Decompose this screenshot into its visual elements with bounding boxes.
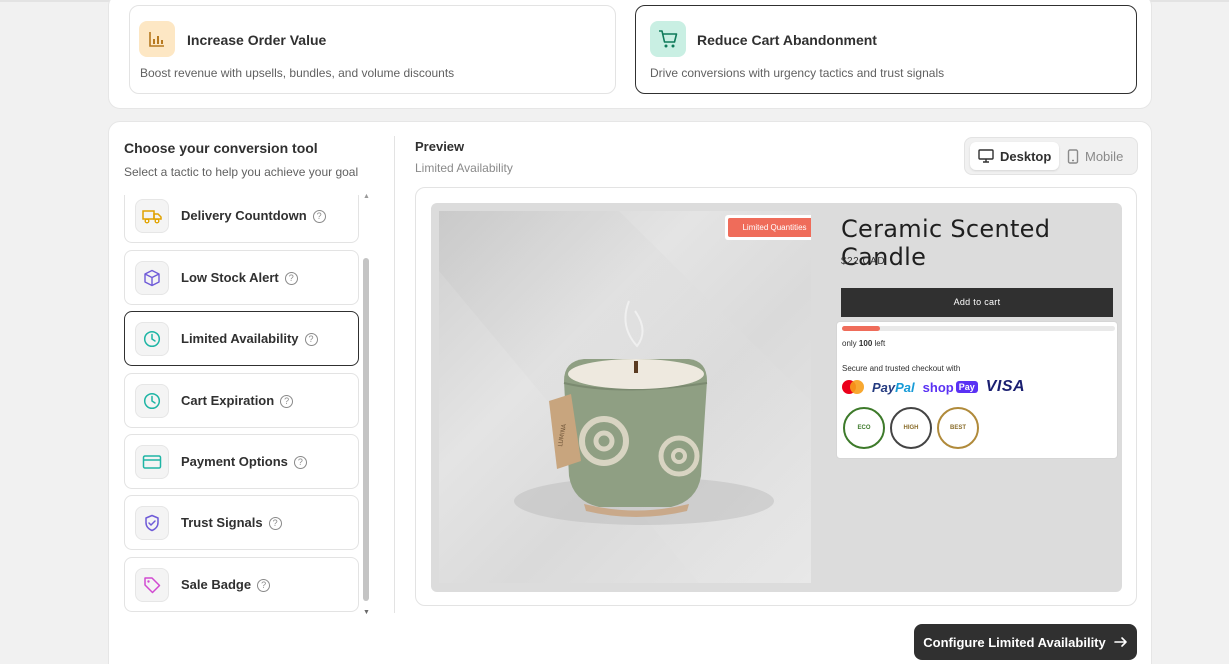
goal-description: Drive conversions with urgency tactics a… (650, 66, 945, 80)
scroll-up-icon[interactable]: ▲ (363, 193, 370, 200)
stock-progress-fill (842, 326, 881, 331)
tool-label: Limited Availability? (181, 331, 318, 346)
trust-seals: ECO HIGH BEST (843, 407, 979, 449)
preview-title: Preview (415, 139, 465, 154)
tool-cart-expiration[interactable]: Cart Expiration? (124, 373, 359, 428)
tool-payment-options[interactable]: Payment Options? (124, 434, 359, 489)
scroll-thumb[interactable] (363, 258, 369, 601)
stock-text: only 100 left (842, 339, 886, 348)
mobile-button[interactable]: Mobile (1059, 142, 1131, 170)
help-icon[interactable]: ? (280, 395, 294, 408)
tool-trust-signals[interactable]: Trust Signals? (124, 495, 359, 550)
phone-icon (1067, 148, 1079, 164)
goals-panel: Increase Order Value Boost revenue with … (108, 0, 1152, 109)
best-choice-seal-icon: BEST (937, 407, 979, 449)
main-panel: Choose your conversion tool Select a tac… (108, 121, 1152, 664)
arrow-right-icon (1113, 637, 1127, 647)
visa-icon: VISA (985, 378, 1026, 395)
goal-card-reduce-cart-abandonment[interactable]: Reduce Cart Abandonment Drive conversion… (635, 5, 1137, 94)
tool-label: Delivery Countdown? (181, 208, 326, 223)
goal-title: Reduce Cart Abandonment (697, 32, 877, 48)
paypal-icon: PayPal (872, 379, 915, 395)
help-icon[interactable]: ? (284, 272, 298, 285)
tool-delivery-countdown[interactable]: Delivery Countdown? (124, 195, 359, 243)
clock-icon (135, 384, 169, 418)
tools-scrollbar[interactable]: ▲ ▼ (362, 193, 370, 616)
tools-title: Choose your conversion tool (124, 140, 318, 156)
tool-sale-badge[interactable]: Sale Badge? (124, 557, 359, 612)
secure-checkout-text: Secure and trusted checkout with (842, 364, 961, 373)
clock-icon (135, 322, 169, 356)
goal-card-increase-order-value[interactable]: Increase Order Value Boost revenue with … (129, 5, 616, 94)
tool-label: Payment Options? (181, 454, 307, 469)
truck-icon (135, 199, 169, 233)
desktop-button[interactable]: Desktop (970, 142, 1060, 170)
scroll-down-icon[interactable]: ▼ (363, 609, 370, 616)
stock-progress-bar (842, 326, 1115, 331)
credit-card-icon (135, 445, 169, 479)
help-icon[interactable]: ? (268, 517, 282, 530)
goal-title: Increase Order Value (187, 32, 327, 48)
cart-icon (650, 21, 686, 57)
tool-label: Cart Expiration? (181, 393, 294, 408)
panel-divider (394, 136, 395, 613)
limited-quantities-badge: Limited Quantities (725, 215, 811, 240)
preview-frame: LUMINA Limited Quantities Ceramic Scente… (415, 187, 1137, 606)
tag-icon (135, 568, 169, 602)
box-icon (135, 261, 169, 295)
configure-button[interactable]: Configure Limited Availability (914, 624, 1137, 660)
availability-widget: only 100 left Secure and trusted checkou… (836, 321, 1118, 459)
tool-label: Low Stock Alert? (181, 270, 298, 285)
help-icon[interactable]: ? (257, 579, 271, 592)
tool-limited-availability[interactable]: Limited Availability? (124, 311, 359, 366)
tool-label: Trust Signals? (181, 515, 282, 530)
preview-subtitle: Limited Availability (415, 161, 513, 175)
help-icon[interactable]: ? (312, 210, 326, 223)
device-toggle: Desktop Mobile (964, 137, 1138, 175)
store-preview: LUMINA Limited Quantities Ceramic Scente… (431, 203, 1122, 592)
desktop-label: Desktop (1000, 148, 1052, 164)
monitor-icon (978, 149, 994, 163)
eco-seal-icon: ECO (843, 407, 885, 449)
configure-label: Configure Limited Availability (923, 634, 1106, 650)
goal-description: Boost revenue with upsells, bundles, and… (140, 66, 455, 80)
payment-logos: PayPal shop Pay VISA (842, 378, 1025, 396)
high-quality-seal-icon: HIGH (890, 407, 932, 449)
mobile-label: Mobile (1085, 148, 1124, 164)
help-icon[interactable]: ? (293, 456, 307, 469)
tools-subtitle: Select a tactic to help you achieve your… (124, 165, 359, 179)
tool-low-stock-alert[interactable]: Low Stock Alert? (124, 250, 359, 305)
shop-pay-icon: shop Pay (923, 380, 978, 395)
help-icon[interactable]: ? (304, 333, 318, 346)
mastercard-icon (842, 380, 864, 394)
bar-chart-icon (139, 21, 175, 57)
tool-label: Sale Badge? (181, 577, 271, 592)
add-to-cart-button[interactable]: Add to cart (841, 288, 1113, 317)
shield-check-icon (135, 506, 169, 540)
product-image: LUMINA Limited Quantities (439, 211, 811, 583)
tools-list: Delivery Countdown? Low Stock Alert? Lim… (124, 195, 359, 613)
product-price: $22 CAD (841, 256, 886, 267)
